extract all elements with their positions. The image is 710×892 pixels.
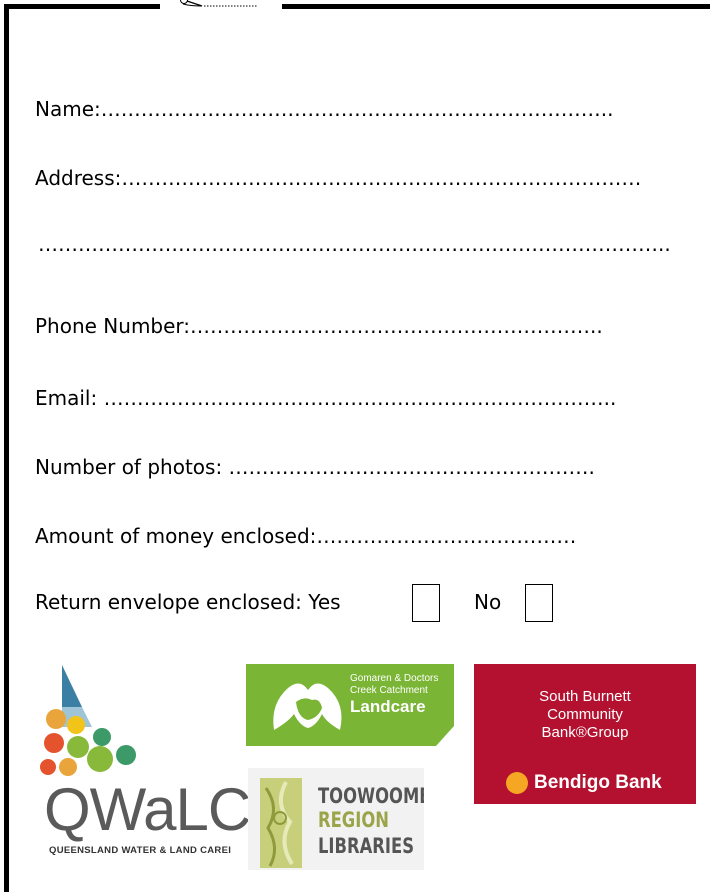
bendigo-line2: Community [547, 706, 623, 723]
landcare-logo: Gomaren & Doctors Creek Catchment Landca… [246, 664, 454, 746]
toowoomba-libraries-logo: TOOWOOMB REGION LIBRARIES [248, 768, 424, 870]
qwalc-subtitle: QUEENSLAND WATER & LAND CAREI [49, 845, 232, 856]
landcare-line2: Creek Catchment [350, 685, 428, 696]
toowoomba-line3: LIBRARIES [318, 834, 415, 858]
landcare-corner-cut [436, 726, 454, 746]
return-envelope-no-checkbox[interactable] [525, 584, 553, 622]
library-pattern-icon [260, 778, 302, 868]
email-field[interactable]: Email: ………………………………………………………………….. [35, 386, 616, 410]
return-envelope-label: Return envelope enclosed: Yes [35, 590, 341, 614]
phone-number-field[interactable]: Phone Number:…………………………………………………….. [35, 314, 603, 338]
coupon-border-left [4, 4, 9, 892]
bendigo-line1: South Burnett [539, 688, 631, 705]
bendigo-brand: Bendigo Bank [534, 772, 662, 793]
bendigo-b-icon [506, 772, 528, 794]
name-field[interactable]: Name:………………………………………………………………….. [35, 97, 613, 121]
number-of-photos-field[interactable]: Number of photos: ………………………………………………. [35, 455, 595, 479]
toowoomba-line2: REGION [318, 808, 389, 832]
coupon-border-top-left [4, 4, 160, 9]
landcare-line1: Gomaren & Doctors [350, 673, 439, 684]
hands-australia-icon [273, 683, 342, 730]
coupon-border-top-right [282, 4, 710, 9]
address-line2-field[interactable]: ………………………………………………………………………………….. [38, 232, 671, 256]
bendigo-line3: Bank®Group [541, 724, 629, 741]
landcare-line3: Landcare [350, 697, 426, 716]
bendigo-bank-logo: South Burnett Community Bank®Group Bendi… [474, 664, 696, 804]
amount-enclosed-field[interactable]: Amount of money enclosed:………………………………… [35, 524, 576, 548]
return-envelope-yes-checkbox[interactable] [412, 584, 440, 622]
toowoomba-line1: TOOWOOMB [318, 784, 424, 808]
return-envelope-no-label: No [474, 590, 502, 614]
address-field[interactable]: Address:…………………………………………………………………… [35, 166, 641, 190]
qwalc-wordmark: QWaLC [44, 776, 251, 843]
scissors-icon [180, 0, 258, 7]
